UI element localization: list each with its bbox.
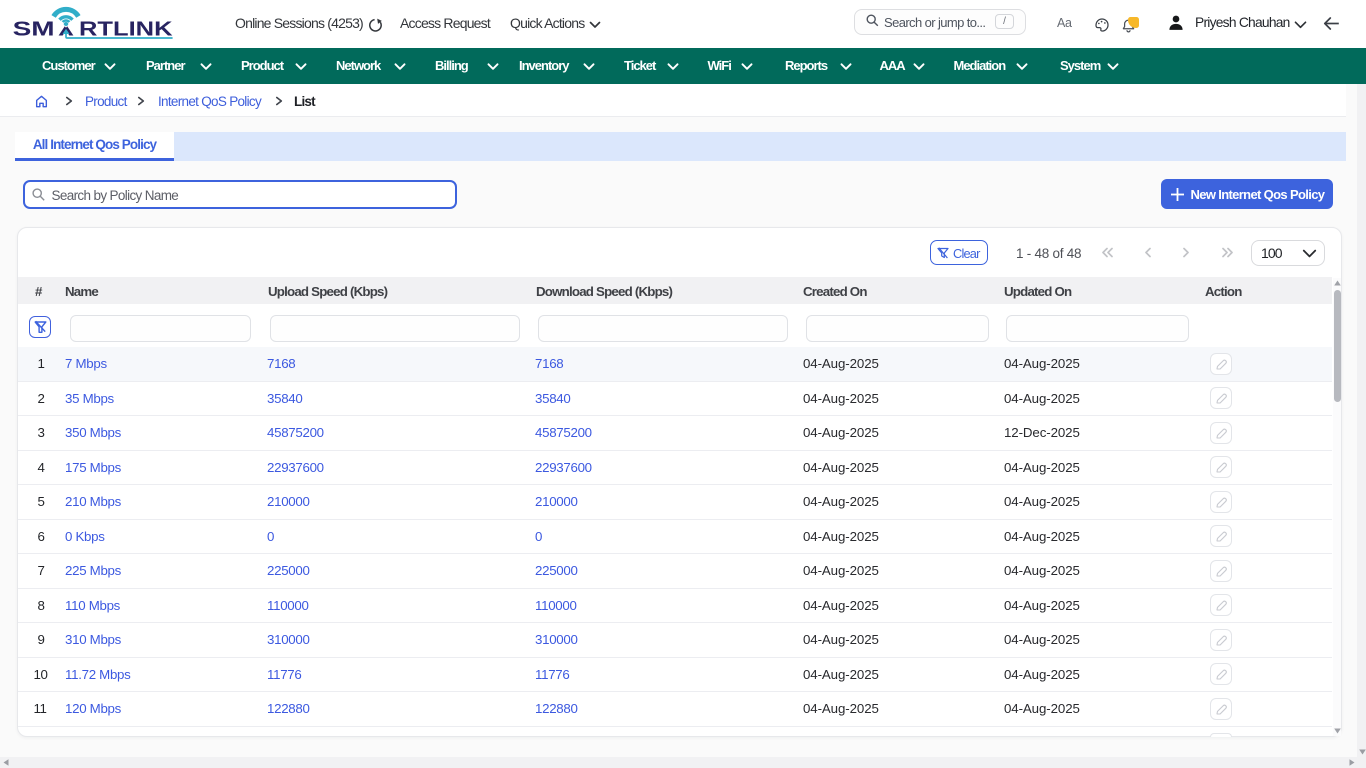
svg-text:SM: SM (13, 19, 55, 41)
